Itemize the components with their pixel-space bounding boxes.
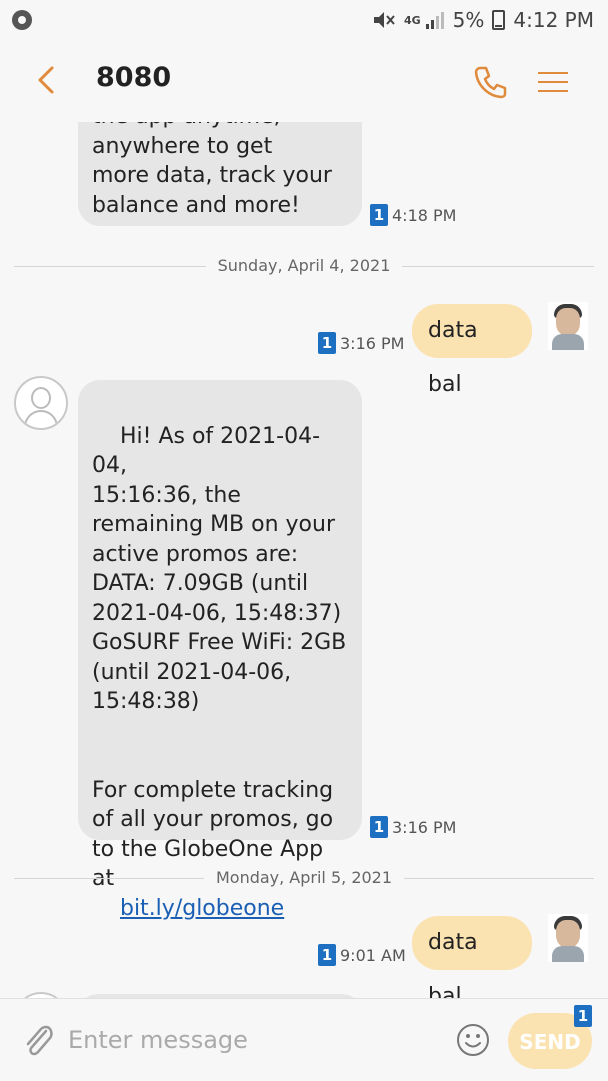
status-bar: 4G 5% 4:12 PM [0,0,608,40]
battery-percent: 5% [452,8,485,32]
battery-icon [492,10,506,30]
sim-badge: 1 [318,332,336,354]
received-message-bubble[interactable]: the app anytime, anywhere to get more da… [78,122,362,226]
message-meta: 1 4:18 PM [370,204,456,226]
phone-icon[interactable] [470,62,510,102]
date-label: Sunday, April 4, 2021 [205,256,403,275]
message-list[interactable]: the app anytime, anywhere to get more da… [0,122,608,998]
message-time: 4:18 PM [392,205,457,225]
sim-badge: 1 [370,816,388,838]
message-meta: 1 9:01 AM [318,944,406,966]
message-text: Hi! As of 2021-04-04, 15:16:36, the rema… [92,423,347,892]
date-divider: Monday, April 5, 2021 [14,868,594,888]
send-sim-badge: 1 [574,1005,592,1027]
app-header: 8080 [0,40,608,122]
back-arrow-icon[interactable] [28,60,68,100]
more-menu-icon[interactable] [538,66,568,96]
status-time: 4:12 PM [513,8,594,32]
emoji-icon[interactable] [456,1023,490,1057]
message-composer: SEND 1 [0,998,608,1081]
sim-badge: 1 [318,944,336,966]
mute-icon [373,12,395,28]
message-meta: 1 3:16 PM [370,816,456,838]
signal-icon [425,12,444,29]
date-label: Monday, April 5, 2021 [203,868,405,887]
user-avatar[interactable] [548,914,588,962]
message-time: 9:01 AM [340,945,406,965]
date-divider: Sunday, April 4, 2021 [14,256,594,276]
sent-message-bubble[interactable]: data bal [412,916,532,998]
media-playing-icon [12,10,32,30]
network-type: 4G [403,13,421,27]
received-message-bubble[interactable]: Hi! As of 2021-04-04, 15:16:36, the rema… [78,380,362,921]
message-time: 3:16 PM [340,333,405,353]
message-time: 3:16 PM [392,817,457,837]
conversation-title: 8080 [96,62,172,93]
contact-avatar[interactable] [14,376,68,430]
user-avatar[interactable] [548,302,588,350]
paperclip-icon[interactable] [20,1021,56,1061]
sim-badge: 1 [370,204,388,226]
globeone-link[interactable]: bit.ly/globeone [120,896,284,921]
status-icons: 4G 5% 4:12 PM [372,8,594,32]
message-meta: 1 3:16 PM [318,332,404,354]
message-input[interactable] [66,1017,450,1063]
sent-message-bubble[interactable]: data bal [412,304,532,397]
